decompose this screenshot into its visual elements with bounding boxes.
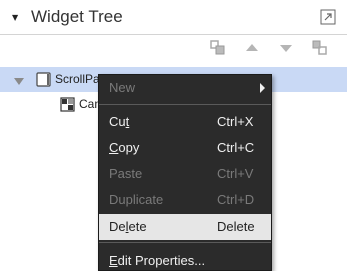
menu-separator [99,104,271,105]
menu-item-label: New [109,80,136,95]
scroll-panel-icon [36,72,51,87]
restore-window-icon[interactable] [320,9,336,25]
context-menu: New Cut Ctrl+X Copy Ctrl+C Paste Ctrl+V … [98,74,272,271]
canvas-icon [60,97,75,112]
menu-item-copy[interactable]: Copy Ctrl+C [99,135,271,161]
menu-separator [99,242,271,243]
submenu-arrow-icon [260,83,265,93]
menu-item-label: Paste [109,166,143,181]
panel-header: ▼ Widget Tree [0,0,347,35]
move-up-icon[interactable] [243,39,261,57]
menu-item-label: Copy [109,140,140,155]
menu-item-cut[interactable]: Cut Ctrl+X [99,109,271,135]
menu-item-shortcut: Ctrl+C [217,140,255,155]
panel-title: Widget Tree [31,7,123,26]
tree-toolbar [0,34,347,62]
expand-arrow-icon[interactable] [14,75,24,89]
menu-item-label: Delete [109,219,147,234]
menu-item-label: Duplicate [109,192,164,207]
menu-item-shortcut: Ctrl+X [217,114,254,129]
menu-item-label: Cut [109,114,130,129]
move-down-icon[interactable] [277,39,295,57]
widget-tree-panel: ▼ Widget Tree ScrollPa Can New Cut Ctrl+… [0,0,347,271]
menu-item-edit-properties[interactable]: Edit Properties... [99,248,271,270]
unwrap-icon[interactable] [311,39,329,57]
menu-item-shortcut: Ctrl+V [217,166,254,181]
menu-item-label: Edit Properties... [109,253,206,268]
wrap-icon[interactable] [209,39,227,57]
menu-item-shortcut: Delete [217,219,255,234]
tree-row-label: ScrollPa [55,72,100,86]
menu-item-delete[interactable]: Delete Delete [99,214,271,240]
menu-item-paste[interactable]: Paste Ctrl+V [99,161,271,187]
triangle-down-icon[interactable]: ▼ [12,13,18,22]
menu-item-new[interactable]: New [99,75,271,101]
menu-item-duplicate[interactable]: Duplicate Ctrl+D [99,187,271,213]
menu-item-shortcut: Ctrl+D [217,192,255,207]
